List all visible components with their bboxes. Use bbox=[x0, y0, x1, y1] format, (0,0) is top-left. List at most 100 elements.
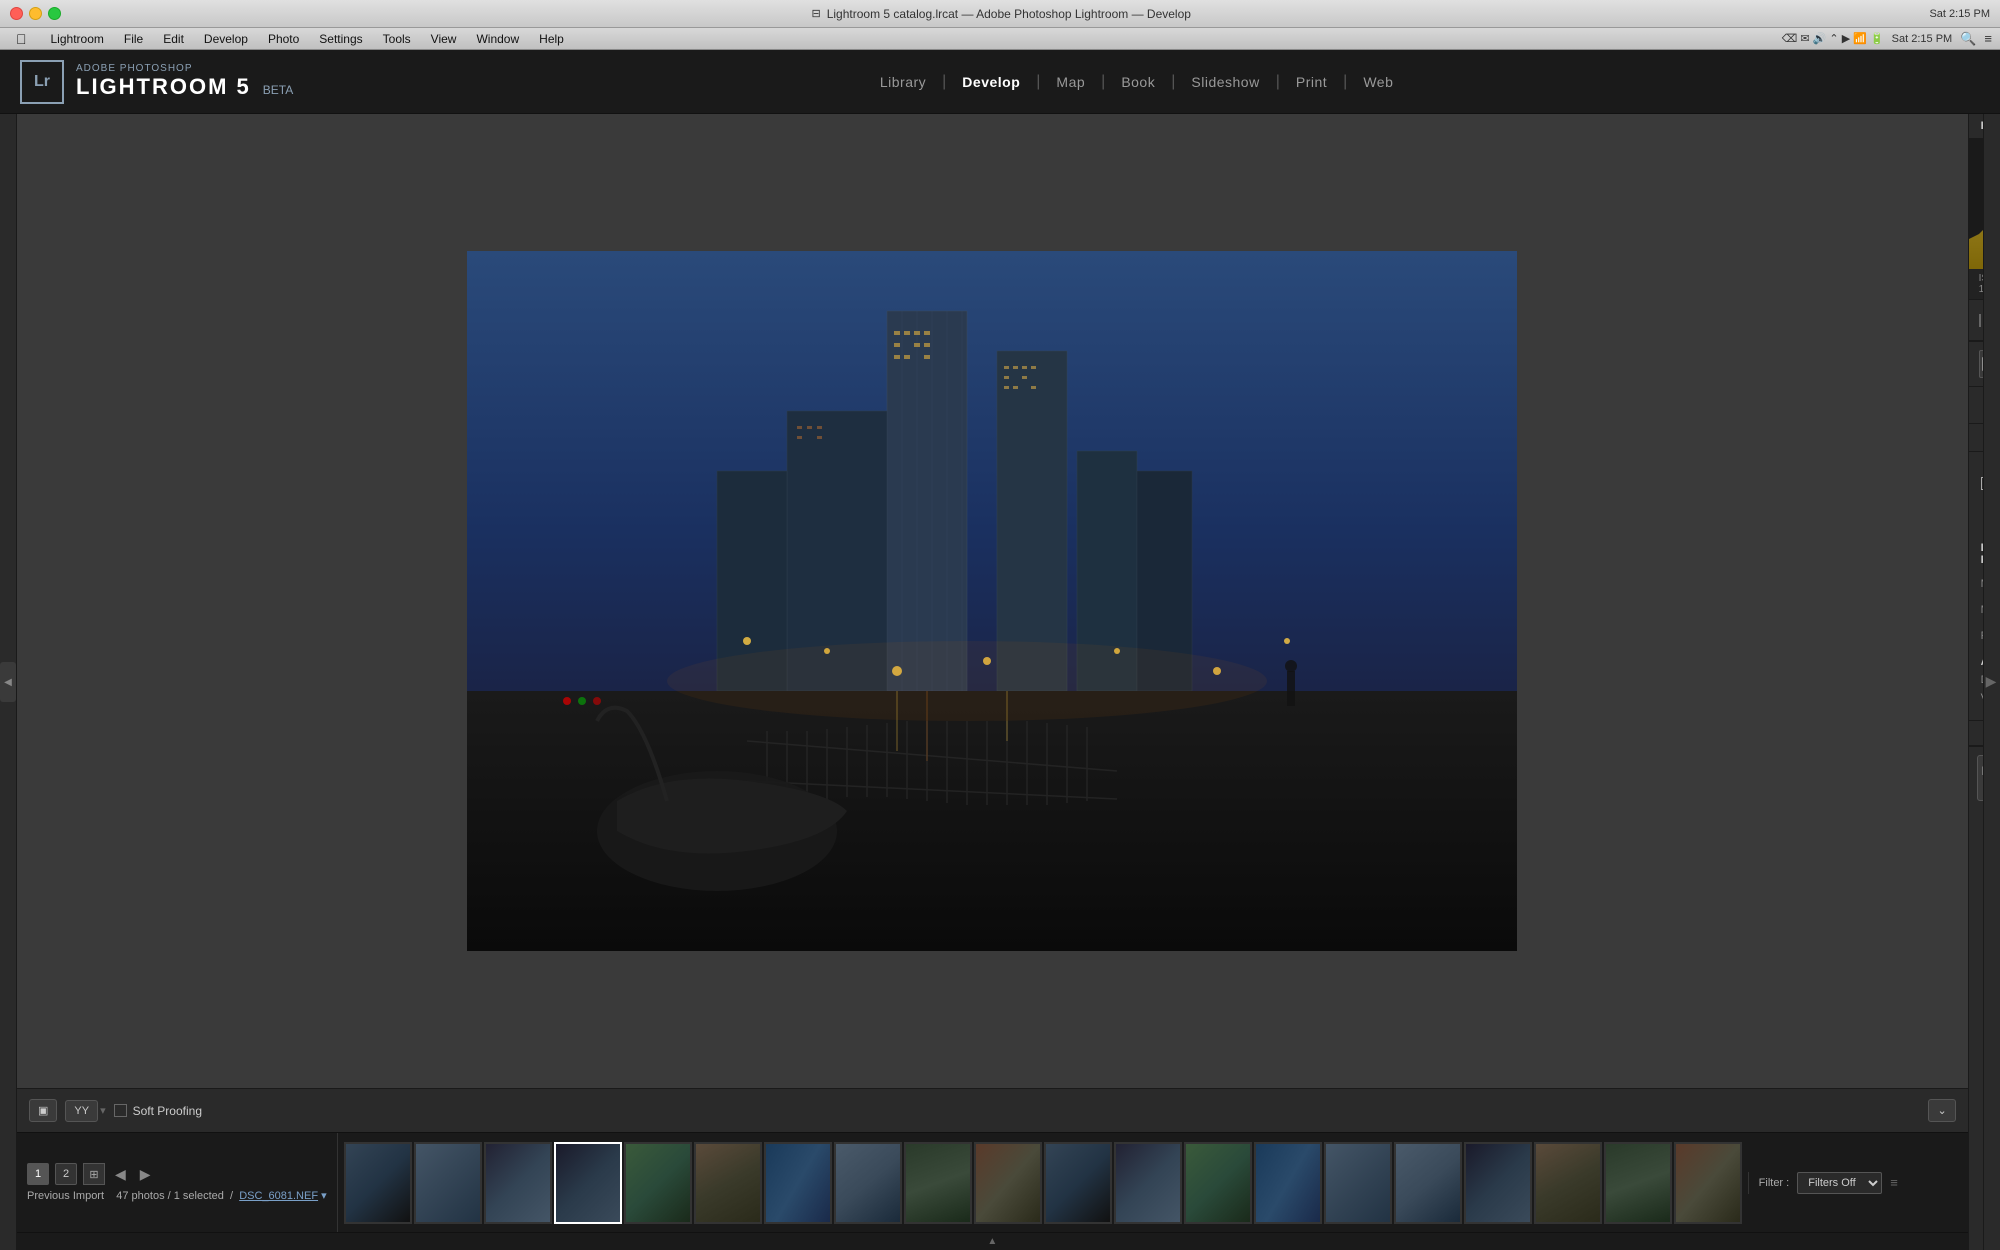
system-icons: Sat 2:15 PM bbox=[1929, 8, 1990, 20]
edit-menu[interactable]: Edit bbox=[155, 30, 192, 48]
film-thumb[interactable] bbox=[1114, 1142, 1182, 1224]
clock-icon: Sat 2:15 PM bbox=[1929, 8, 1990, 20]
effects-header[interactable]: Effects ▾ bbox=[1969, 721, 1983, 746]
hist-metadata: ISO 1600 17 mm f / 2.8 1/50 sec bbox=[1969, 269, 1983, 300]
nav-map[interactable]: Map bbox=[1042, 68, 1099, 96]
left-panel: ◀ bbox=[0, 114, 17, 1250]
film-thumb[interactable] bbox=[554, 1142, 622, 1224]
photo-toolbar: ▣ YY ▾ Soft Proofing ⌄ bbox=[17, 1088, 1968, 1132]
maximize-button[interactable] bbox=[48, 7, 61, 20]
filmstrip-prev-arrow[interactable]: ◀ bbox=[111, 1166, 130, 1183]
nav-slideshow[interactable]: Slideshow bbox=[1177, 68, 1273, 96]
view-menu[interactable]: View bbox=[423, 30, 465, 48]
settings-menu[interactable]: Settings bbox=[311, 30, 370, 48]
nav-book[interactable]: Book bbox=[1107, 68, 1169, 96]
film-thumb[interactable] bbox=[1394, 1142, 1462, 1224]
notification-icon[interactable]: ≡ bbox=[1984, 31, 1992, 46]
film-thumb[interactable] bbox=[834, 1142, 902, 1224]
histogram-svg bbox=[1969, 139, 1983, 269]
photos-count: 47 photos / 1 selected bbox=[116, 1190, 224, 1202]
bottom-buttons: Previous Reset (Adobe) bbox=[1969, 747, 1983, 809]
filmstrip-info: Previous Import 47 photos / 1 selected /… bbox=[27, 1189, 327, 1202]
histogram-section: Histogram ▾ ◀ ▶ bbox=[1969, 114, 1983, 342]
nav-print[interactable]: Print bbox=[1282, 68, 1341, 96]
film-thumb[interactable] bbox=[904, 1142, 972, 1224]
filename-dropdown[interactable]: ▾ bbox=[321, 1190, 327, 1202]
film-thumb[interactable] bbox=[1534, 1142, 1602, 1224]
right-toggle-icon: ▶ bbox=[1984, 674, 2000, 690]
filmstrip-grid-btn[interactable]: ⊞ bbox=[83, 1163, 105, 1185]
soft-proofing-checkbox[interactable] bbox=[114, 1104, 127, 1117]
film-thumb[interactable] bbox=[1254, 1142, 1322, 1224]
fullscreen-toggle[interactable]: ⌄ bbox=[1928, 1099, 1955, 1122]
original-photo-checkbox[interactable] bbox=[1979, 314, 1981, 327]
soft-proofing-row: Soft Proofing bbox=[114, 1104, 202, 1118]
apple-menu[interactable]:  bbox=[8, 29, 35, 49]
photo-area bbox=[17, 114, 1968, 1088]
tool-icons-row bbox=[1969, 342, 1983, 387]
photo-container[interactable] bbox=[467, 251, 1517, 951]
nav-library[interactable]: Library bbox=[866, 68, 940, 96]
lr-logo: Lr bbox=[20, 60, 64, 104]
film-thumb[interactable] bbox=[694, 1142, 762, 1224]
nav-web[interactable]: Web bbox=[1349, 68, 1407, 96]
file-menu[interactable]: File bbox=[116, 30, 151, 48]
filmstrip-nav: 1 2 ⊞ ◀ ▶ Previous Import 47 photos / 1 … bbox=[17, 1133, 338, 1232]
right-panel-toggle[interactable]: ▶ bbox=[1983, 114, 2000, 1250]
app-name-beta: BETA bbox=[263, 83, 293, 97]
film-thumb[interactable] bbox=[974, 1142, 1042, 1224]
lightroom-menu[interactable]: Lightroom bbox=[43, 30, 112, 48]
filter-select[interactable]: Filters Off Flagged Unflagged 5 Stars bbox=[1797, 1172, 1882, 1194]
filter-label: Filter : bbox=[1759, 1177, 1790, 1189]
film-thumb[interactable] bbox=[344, 1142, 412, 1224]
window-title: ⊟ Lightroom 5 catalog.lrcat — Adobe Phot… bbox=[73, 7, 1929, 21]
film-thumb[interactable] bbox=[1324, 1142, 1392, 1224]
filmstrip-tab-1[interactable]: 1 bbox=[27, 1163, 49, 1185]
grid-icon: ▣ bbox=[38, 1104, 48, 1117]
histogram-header[interactable]: Histogram ▾ bbox=[1969, 114, 1983, 139]
view-mode-button[interactable]: ▣ bbox=[29, 1099, 57, 1122]
filmstrip-photos bbox=[338, 1133, 1748, 1232]
filmstrip-tab-2[interactable]: 2 bbox=[55, 1163, 77, 1185]
film-thumb[interactable] bbox=[484, 1142, 552, 1224]
bottom-arrow[interactable]: ▲ bbox=[987, 1236, 997, 1247]
film-thumb[interactable] bbox=[624, 1142, 692, 1224]
histogram-canvas: ◀ ▶ bbox=[1969, 139, 1983, 269]
film-thumb[interactable] bbox=[1044, 1142, 1112, 1224]
lc-content: Enable Profile Corrections Setup Default… bbox=[1969, 452, 1983, 720]
tools-menu[interactable]: Tools bbox=[375, 30, 419, 48]
close-button[interactable] bbox=[10, 7, 23, 20]
traffic-lights bbox=[10, 7, 61, 20]
filename-link[interactable]: DSC_6081.NEF bbox=[239, 1190, 318, 1202]
import-label: Previous Import bbox=[27, 1190, 104, 1202]
main-layout: ◀ bbox=[0, 114, 2000, 1250]
film-thumb[interactable] bbox=[1604, 1142, 1672, 1224]
yy-button[interactable]: YY bbox=[65, 1100, 98, 1122]
yy-dropdown[interactable]: ▾ bbox=[100, 1104, 106, 1117]
film-thumb[interactable] bbox=[414, 1142, 482, 1224]
filmstrip-filter: Filter : Filters Off Flagged Unflagged 5… bbox=[1748, 1172, 1968, 1194]
help-menu[interactable]: Help bbox=[531, 30, 572, 48]
effects-section: Effects ▾ bbox=[1969, 721, 1983, 747]
original-photo-row: Original Photo bbox=[1969, 300, 1983, 341]
minimize-button[interactable] bbox=[29, 7, 42, 20]
lens-corrections-header[interactable]: Lens Corrections ▾ bbox=[1969, 387, 1983, 424]
filmstrip: 1 2 ⊞ ◀ ▶ Previous Import 47 photos / 1 … bbox=[17, 1132, 1968, 1232]
film-thumb[interactable] bbox=[1674, 1142, 1742, 1224]
window-menu[interactable]: Window bbox=[468, 30, 527, 48]
left-panel-toggle[interactable]: ◀ bbox=[0, 662, 16, 702]
photo-menu[interactable]: Photo bbox=[260, 30, 307, 48]
yy-label: YY bbox=[74, 1105, 89, 1117]
develop-menu[interactable]: Develop bbox=[196, 30, 256, 48]
film-thumb[interactable] bbox=[1184, 1142, 1252, 1224]
center-area: ▣ YY ▾ Soft Proofing ⌄ 1 2 bbox=[17, 114, 1968, 1250]
filmstrip-next-arrow[interactable]: ▶ bbox=[136, 1166, 155, 1183]
film-thumb[interactable] bbox=[764, 1142, 832, 1224]
filmstrip-collapse[interactable]: ≡ bbox=[1890, 1175, 1898, 1190]
nav-develop[interactable]: Develop bbox=[948, 68, 1034, 96]
film-thumb[interactable] bbox=[1464, 1142, 1532, 1224]
bottom-strip: ▲ bbox=[17, 1232, 1968, 1250]
app-name-main: LIGHTROOM 5 bbox=[76, 74, 251, 100]
spotlight-icon[interactable]: 🔍 bbox=[1960, 31, 1976, 47]
lens-corrections-section: Lens Corrections ▾ Basic Profile Color M… bbox=[1969, 387, 1983, 721]
